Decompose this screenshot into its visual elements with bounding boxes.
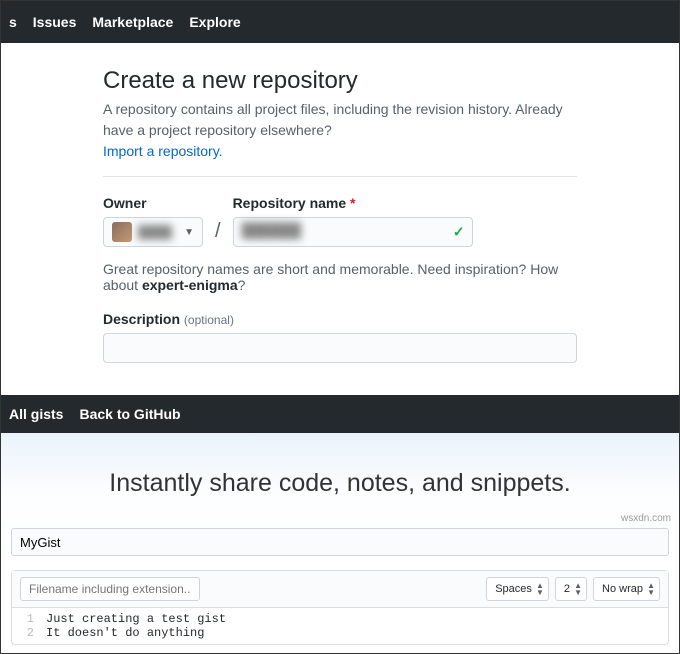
repo-name-label: Repository name * <box>233 195 473 211</box>
indent-size-select[interactable]: 2 ▲▼ <box>555 577 587 601</box>
sort-icon: ▲▼ <box>536 582 544 596</box>
description-input[interactable] <box>103 333 577 363</box>
code-editor[interactable]: 1 Just creating a test gist 2 It doesn't… <box>12 608 668 644</box>
code-line: 1 Just creating a test gist <box>12 612 668 626</box>
nav-link-issues[interactable]: Issues <box>33 14 77 30</box>
top-nav: s Issues Marketplace Explore <box>1 1 679 43</box>
owner-label: Owner <box>103 195 203 211</box>
gist-form: Spaces ▲▼ 2 ▲▼ No wrap ▲▼ 1 Just creatin… <box>1 528 679 653</box>
slash-separator: / <box>211 220 225 247</box>
line-number: 2 <box>12 626 46 640</box>
filename-input[interactable] <box>20 577 200 601</box>
gist-description-input[interactable] <box>11 528 669 556</box>
nav-link-explore[interactable]: Explore <box>189 14 240 30</box>
check-icon: ✓ <box>453 224 465 241</box>
sort-icon: ▲▼ <box>647 582 655 596</box>
gist-nav: All gists Back to GitHub <box>1 395 679 433</box>
line-number: 1 <box>12 612 46 626</box>
code-line: 2 It doesn't do anything <box>12 626 668 640</box>
nav-link-all-gists[interactable]: All gists <box>9 406 63 422</box>
gist-file: Spaces ▲▼ 2 ▲▼ No wrap ▲▼ 1 Just creatin… <box>11 570 669 645</box>
nav-link-back-to-github[interactable]: Back to GitHub <box>79 406 180 422</box>
chevron-down-icon: ▼ <box>184 227 194 238</box>
page-title: Create a new repository <box>103 67 577 95</box>
nav-link-marketplace[interactable]: Marketplace <box>92 14 173 30</box>
sort-icon: ▲▼ <box>574 582 582 596</box>
repo-name-hint: Great repository names are short and mem… <box>103 261 577 293</box>
import-repo-link[interactable]: Import a repository. <box>103 143 223 159</box>
nav-link-requests[interactable]: s <box>9 14 17 30</box>
description-label: Description (optional) <box>103 311 577 327</box>
repo-name-input[interactable]: ██████ <box>233 217 473 247</box>
owner-name-blurred: ████ <box>138 225 184 239</box>
avatar <box>112 222 132 242</box>
indent-mode-select[interactable]: Spaces ▲▼ <box>486 577 549 601</box>
owner-group: Owner ████ ▼ <box>103 195 203 247</box>
gist-hero: Instantly share code, notes, and snippet… <box>1 433 679 528</box>
divider <box>103 176 577 177</box>
create-repo-form: Create a new repository A repository con… <box>1 43 679 383</box>
repo-name-group: Repository name * ██████ ✓ <box>233 195 473 247</box>
gist-file-header: Spaces ▲▼ 2 ▲▼ No wrap ▲▼ <box>12 571 668 608</box>
wrap-mode-select[interactable]: No wrap ▲▼ <box>593 577 660 601</box>
watermark: wsxdn.com <box>621 513 671 524</box>
gist-hero-title: Instantly share code, notes, and snippet… <box>1 469 679 498</box>
owner-select[interactable]: ████ ▼ <box>103 217 203 247</box>
page-subtitle: A repository contains all project files,… <box>103 99 577 162</box>
